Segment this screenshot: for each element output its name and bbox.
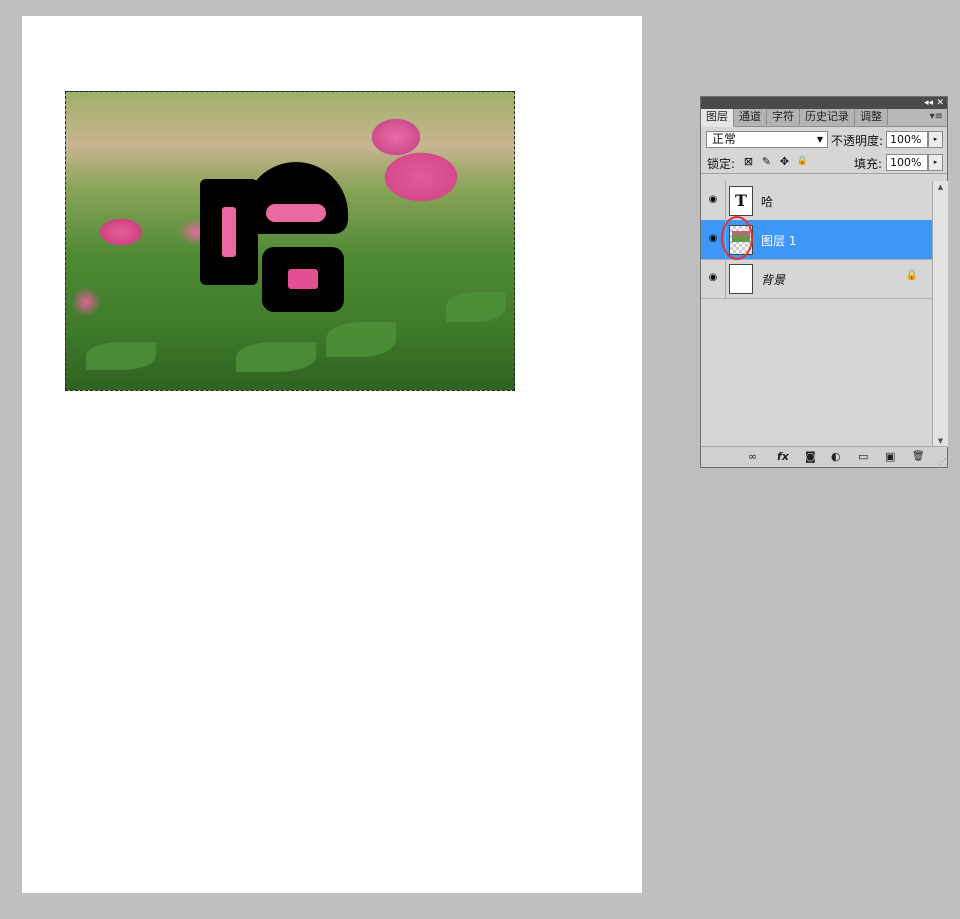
text-glyph-ha [198,162,348,322]
panel-bottom-toolbar: ∞ fx ◙ ◐ ▭ ▣ 🗑 ⋰ [701,446,947,467]
layers-panel: ◂◂ ✕ 图层 通道 字符 历史记录 调整 ▾≡ 正常 ▼ 不透明度: 100%… [700,96,948,468]
layer-list: ◉ T 哈 ◉ 图层 1 ◉ 背景 🔒 [701,181,932,447]
fill-stepper-icon[interactable]: ▸ [928,154,943,171]
layer-name[interactable]: 背景 [761,271,785,288]
blend-mode-value: 正常 [712,132,737,146]
scroll-up-icon[interactable]: ▲ [933,183,948,191]
opacity-field[interactable]: 100% [886,131,928,148]
chevron-down-icon: ▼ [816,135,823,144]
panel-titlebar[interactable]: ◂◂ ✕ [701,97,947,109]
lock-paint-icon[interactable]: ✎ [760,155,773,168]
close-icon[interactable]: ✕ [936,97,944,109]
fill-label: 填充: [854,157,883,171]
new-layer-icon[interactable]: ▣ [885,450,895,463]
add-mask-icon[interactable]: ◙ [805,450,816,463]
trash-icon[interactable]: 🗑 [912,450,925,463]
fx-icon[interactable]: fx [777,450,789,463]
flower-photo-layer[interactable] [65,91,515,391]
fill-field[interactable]: 100% [886,154,928,171]
red-highlight-circle [721,216,753,260]
lock-label: 锁定: [707,157,736,171]
layer-name[interactable]: 哈 [761,193,773,210]
layer-row-background[interactable]: ◉ 背景 🔒 [701,259,932,299]
opacity-stepper-icon[interactable]: ▸ [928,131,943,148]
new-group-icon[interactable]: ▭ [858,450,868,463]
eye-icon[interactable]: ◉ [705,232,721,246]
lock-transparent-icon[interactable]: ⊠ [742,155,755,168]
tab-character[interactable]: 字符 [767,109,800,125]
layers-scrollbar[interactable]: ▲ ▼ [932,181,948,447]
document-canvas[interactable] [22,16,642,893]
blend-mode-select[interactable]: 正常 ▼ [706,131,828,148]
panel-tabs: 图层 通道 字符 历史记录 调整 ▾≡ [701,109,947,127]
text-layer-thumbnail: T [729,186,753,216]
lock-all-icon[interactable]: 🔒 [796,155,809,168]
link-layers-icon[interactable]: ∞ [748,450,757,463]
tab-channels[interactable]: 通道 [734,109,767,125]
collapse-icon[interactable]: ◂◂ [924,97,933,109]
tab-layers[interactable]: 图层 [701,109,734,127]
opacity-label: 不透明度: [831,134,884,148]
panel-menu-icon[interactable]: ▾≡ [930,109,943,125]
scroll-down-icon[interactable]: ▼ [933,437,948,445]
background-thumbnail [729,264,753,294]
adjustment-layer-icon[interactable]: ◐ [831,450,841,463]
layer-row-text[interactable]: ◉ T 哈 [701,181,932,221]
eye-icon[interactable]: ◉ [705,193,721,207]
eye-icon[interactable]: ◉ [705,271,721,285]
lock-move-icon[interactable]: ✥ [778,155,791,168]
tab-adjustments[interactable]: 调整 [855,109,888,125]
resize-grip-icon[interactable]: ⋰ [938,457,946,466]
layer-name[interactable]: 图层 1 [761,232,796,249]
layer-row-layer1[interactable]: ◉ 图层 1 [701,216,932,260]
tab-history[interactable]: 历史记录 [800,109,855,125]
lock-icon: 🔒 [905,270,918,281]
